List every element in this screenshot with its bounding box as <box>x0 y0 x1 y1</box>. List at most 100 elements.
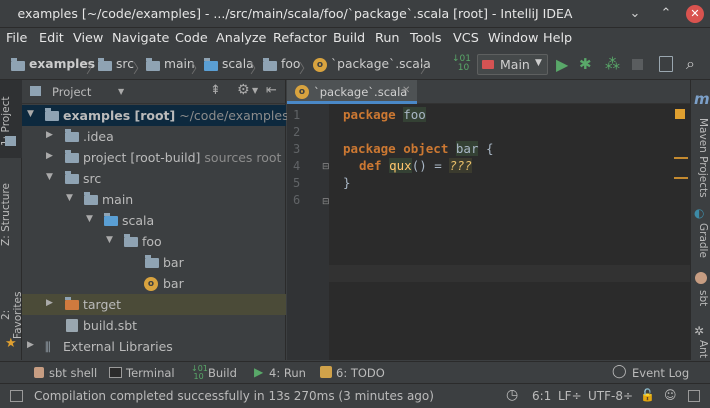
expanded-arrow-icon[interactable]: ▼ <box>86 214 96 224</box>
lock-icon[interactable]: 🔓 <box>640 388 655 402</box>
minimize-button[interactable]: ⌄ <box>626 5 644 23</box>
debug-icon[interactable]: ✱ <box>579 55 592 73</box>
expanded-arrow-icon[interactable]: ▼ <box>66 193 76 203</box>
menu-tools[interactable]: Tools <box>410 31 442 46</box>
breadcrumb-foo[interactable]: foo <box>281 57 300 71</box>
expanded-arrow-icon[interactable]: ▼ <box>27 109 37 119</box>
notifications-icon[interactable] <box>688 390 700 402</box>
menu-navigate[interactable]: Navigate <box>112 31 169 46</box>
menu-build[interactable]: Build <box>333 31 365 46</box>
menu-analyze[interactable]: Analyze <box>216 31 266 46</box>
menu-edit[interactable]: Edit <box>39 31 64 46</box>
fold-marker-icon[interactable]: ⊟ <box>322 197 330 207</box>
menu-refactor[interactable]: Refactor <box>273 31 327 46</box>
tree-node-bar-object[interactable]: o bar <box>22 273 286 294</box>
binary-build-icon[interactable]: ↓01 10 <box>452 55 471 73</box>
tree-node-build-sbt[interactable]: build.sbt <box>22 315 286 336</box>
tab-structure[interactable]: Z: Structure <box>0 180 22 250</box>
stop-icon[interactable] <box>632 59 643 70</box>
tree-node-main[interactable]: ▼ main <box>22 189 286 210</box>
error-stripe-marker[interactable] <box>674 157 688 159</box>
menu-view[interactable]: View <box>73 31 103 46</box>
project-panel: Project ▼ ⇞ ⚙ ▼ ⇤ ▼ examples [root] ~/co… <box>22 80 289 360</box>
breadcrumb-file[interactable]: `package`.scala <box>331 57 431 71</box>
fold-marker-icon[interactable]: ⊟ <box>322 162 330 172</box>
source-folder-icon <box>104 213 118 226</box>
right-tool-strip: m Maven Projects ◐ Gradle sbt ✲ Ant <box>690 80 710 360</box>
collapsed-arrow-icon[interactable]: ▶ <box>27 340 37 350</box>
code-line-3[interactable]: package object bar { <box>343 141 494 156</box>
menu-vcs[interactable]: VCS <box>453 31 479 46</box>
tree-node-external-libraries[interactable]: ▶ ⫼ External Libraries <box>22 336 286 357</box>
package-icon <box>124 234 138 247</box>
tab-gradle[interactable]: Gradle <box>693 222 709 258</box>
tree-node-foo[interactable]: ▼ foo <box>22 231 286 252</box>
tool-build[interactable]: Build <box>208 366 237 380</box>
close-button[interactable]: ✕ <box>686 5 704 23</box>
menu-run[interactable]: Run <box>375 31 400 46</box>
menu-help[interactable]: Help <box>543 31 572 46</box>
folder-icon <box>84 192 98 205</box>
run-config-select[interactable]: Main ▼ <box>477 54 548 75</box>
dropdown-arrow-icon[interactable]: ▼ <box>252 86 258 95</box>
tool-event-log[interactable]: Event Log <box>632 366 689 380</box>
tool-sbt-shell[interactable]: sbt shell <box>49 366 97 380</box>
tree-node-src[interactable]: ▼ src <box>22 168 286 189</box>
project-structure-icon[interactable] <box>659 56 673 72</box>
breadcrumb-scala[interactable]: scala <box>222 57 254 71</box>
expanded-arrow-icon[interactable]: ▼ <box>46 172 56 182</box>
tree-node-idea[interactable]: ▶ .idea <box>22 126 286 147</box>
inspection-status-icon[interactable] <box>675 109 685 119</box>
tool-run[interactable]: 4: Run <box>269 366 306 380</box>
dropdown-arrow-icon[interactable]: ▼ <box>118 87 124 96</box>
expanded-arrow-icon[interactable]: ▼ <box>106 235 116 245</box>
inspector-icon[interactable]: ☺ <box>664 388 677 402</box>
tab-ant[interactable]: Ant <box>693 340 709 358</box>
collapsed-arrow-icon[interactable]: ▶ <box>46 130 56 140</box>
identifier: foo <box>403 107 426 122</box>
error-stripe-marker[interactable] <box>674 177 688 179</box>
scroll-from-source-icon[interactable]: ⇞ <box>210 83 221 98</box>
code-line-1[interactable]: package foo <box>343 107 426 122</box>
file-encoding[interactable]: UTF-8÷ <box>588 389 633 403</box>
tab-maven-projects[interactable]: Maven Projects <box>693 110 709 206</box>
todo-icon <box>320 366 332 378</box>
tool-terminal[interactable]: Terminal <box>126 366 175 380</box>
tree-node-project-build[interactable]: ▶ project [root-build] sources root <box>22 147 286 168</box>
tab-sbt[interactable]: sbt <box>693 288 709 308</box>
tree-node-scala[interactable]: ▼ scala <box>22 210 286 231</box>
toggle-tool-windows-icon[interactable] <box>10 390 23 402</box>
tree-node-target[interactable]: ▶ target <box>22 294 286 315</box>
dropdown-arrow-icon: ▼ <box>535 58 542 68</box>
tool-todo[interactable]: 6: TODO <box>336 366 385 380</box>
tool-window-bar: sbt shell Terminal ↓01 10 Build ▶ 4: Run… <box>0 361 710 383</box>
collapsed-arrow-icon[interactable]: ▶ <box>46 298 56 308</box>
run-icon[interactable]: ▶ <box>556 55 568 74</box>
editor-tab[interactable]: o `package`.scala ✕ <box>287 80 417 104</box>
tree-node-examples[interactable]: ▼ examples [root] ~/code/examples <box>22 105 289 126</box>
line-separator[interactable]: LF÷ <box>558 389 582 403</box>
gear-icon[interactable]: ⚙ <box>237 82 250 98</box>
editor-area: o `package`.scala ✕ 1 2 3 4 5 6 ⊟ ⊟ pack… <box>287 80 690 360</box>
line-number: 4 <box>293 159 301 173</box>
code-line-5[interactable]: } <box>343 175 351 190</box>
tree-node-bar-package[interactable]: bar <box>22 252 286 273</box>
close-tab-icon[interactable]: ✕ <box>402 85 410 96</box>
menu-window[interactable]: Window <box>488 31 538 46</box>
status-message[interactable]: Compilation completed successfully in 13… <box>34 389 434 403</box>
coverage-icon[interactable]: ⁂ <box>605 55 620 73</box>
menu-code[interactable]: Code <box>175 31 208 46</box>
caret-position[interactable]: 6:1 <box>532 389 551 403</box>
project-view-select[interactable]: Project <box>52 85 91 99</box>
maximize-button[interactable]: ⌃ <box>657 5 675 23</box>
code-line-4[interactable]: def qux() = ??? <box>359 158 472 173</box>
breadcrumb-src[interactable]: src <box>116 57 134 71</box>
search-icon[interactable]: ⌕ <box>686 54 695 74</box>
collapsed-arrow-icon[interactable]: ▶ <box>46 151 56 161</box>
tree-label-root: examples [root] <box>63 108 176 123</box>
hide-panel-icon[interactable]: ⇤ <box>266 83 277 98</box>
line-number: 6 <box>293 193 301 207</box>
menu-file[interactable]: File <box>6 31 27 46</box>
memory-indicator-icon[interactable]: ◷ <box>506 387 518 403</box>
tree-label: External Libraries <box>63 339 173 354</box>
